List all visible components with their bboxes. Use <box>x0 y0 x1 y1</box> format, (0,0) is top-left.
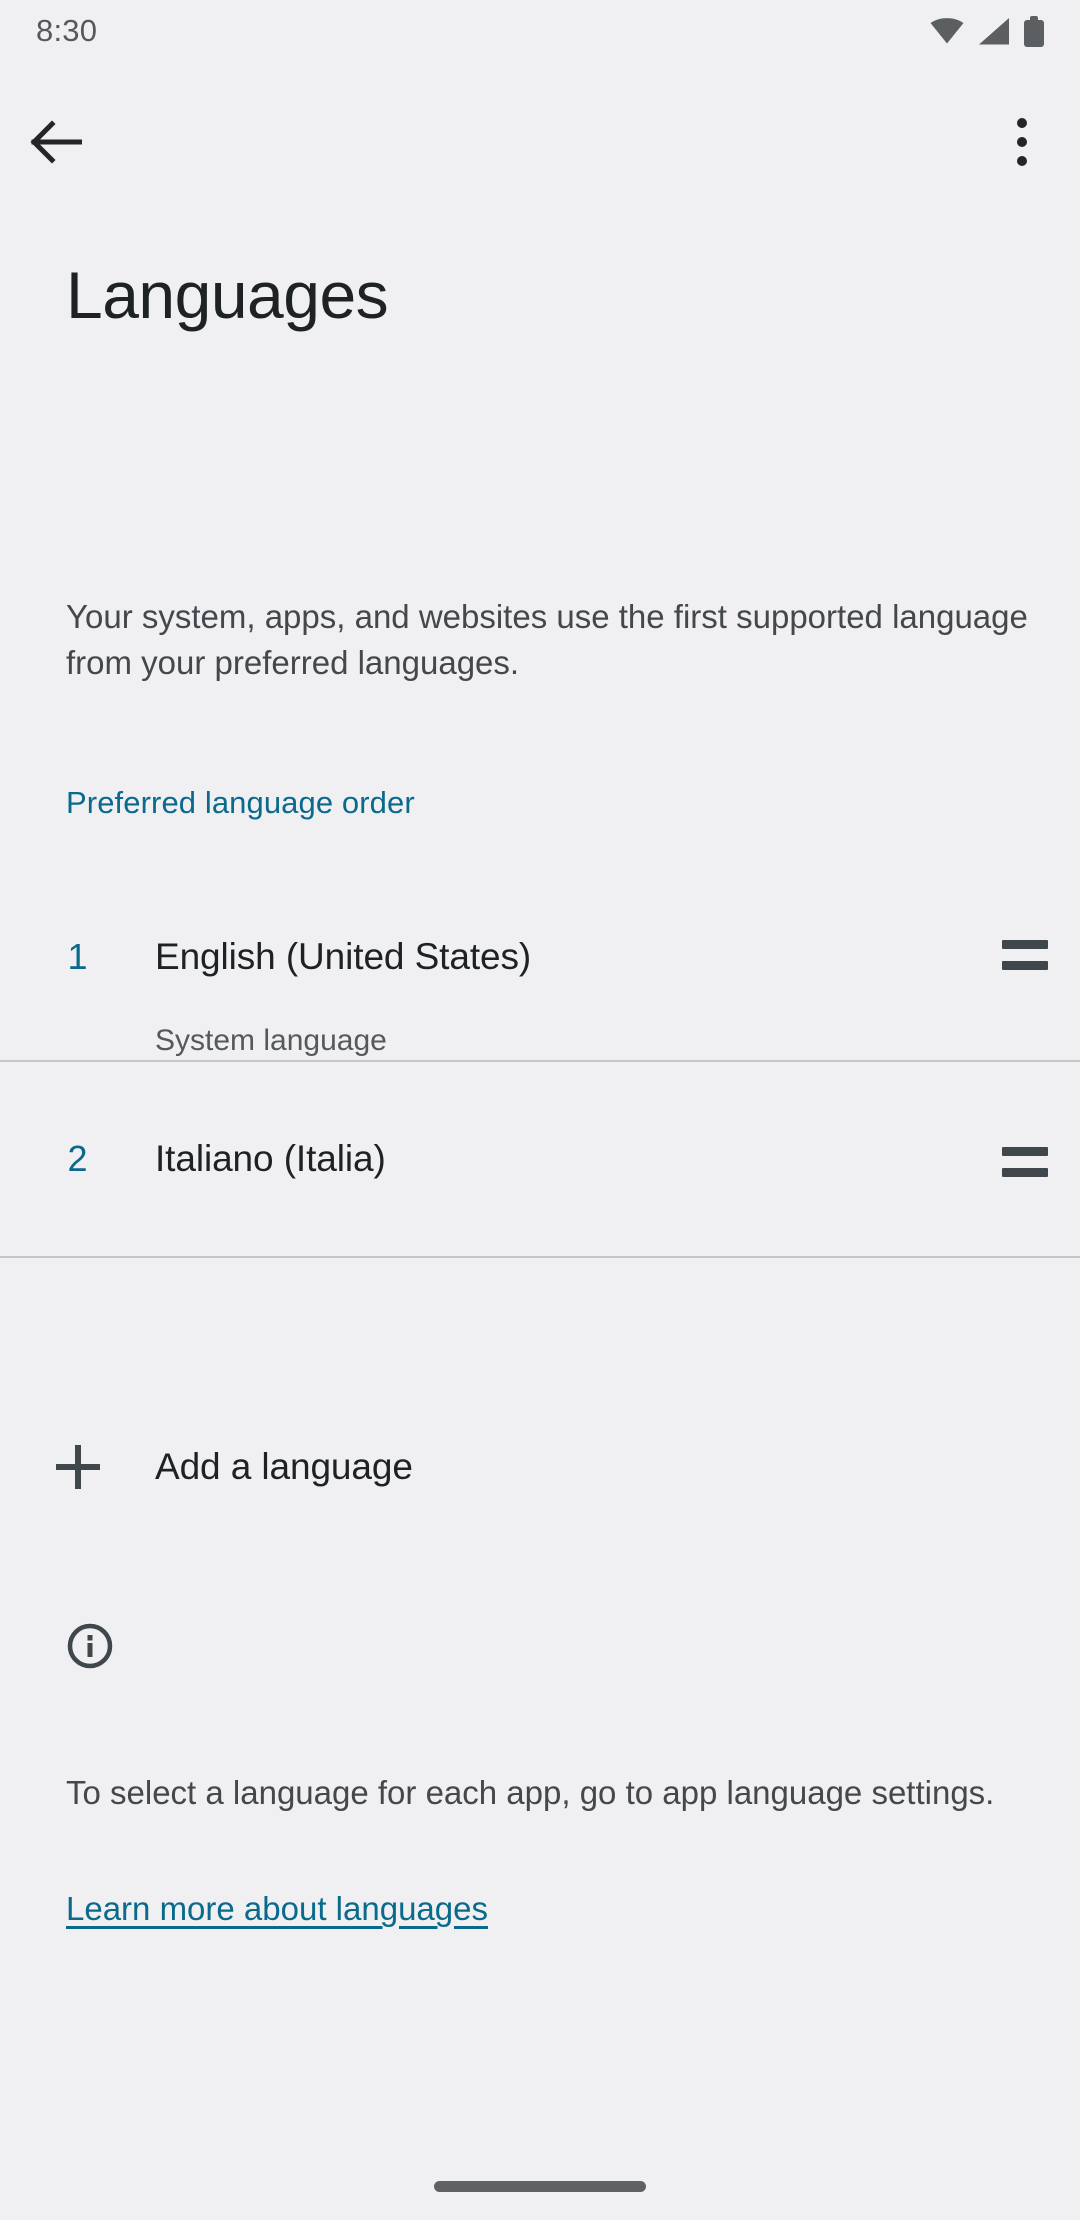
cell-signal-icon <box>979 17 1009 44</box>
language-name: Italiano (Italia) <box>155 1138 386 1179</box>
language-rank: 1 <box>67 936 88 977</box>
language-row-text-group: English (United States) System language <box>155 934 970 1060</box>
status-bar: 8:30 <box>0 0 1080 62</box>
languages-settings-screen: 8:30 Languages Your system, apps, and we… <box>0 0 1080 2220</box>
page-description: Your system, apps, and websites use the … <box>66 598 1028 681</box>
status-icon-group <box>930 15 1044 47</box>
arrow-back-icon <box>30 120 82 164</box>
more-vert-icon-dot <box>1017 137 1027 147</box>
home-indicator[interactable] <box>434 2181 646 2192</box>
drag-handle-icon[interactable] <box>970 934 1080 970</box>
plus-icon <box>0 1445 155 1489</box>
add-language-button[interactable]: Add a language <box>0 1402 1080 1532</box>
page-title: Languages <box>66 258 389 332</box>
language-row-1[interactable]: 1 English (United States) System languag… <box>0 884 1080 1060</box>
overflow-menu-button[interactable] <box>980 100 1064 184</box>
language-subtitle: System language <box>155 1024 387 1057</box>
footer-description: To select a language for each app, go to… <box>66 1774 995 1811</box>
add-language-label: Add a language <box>155 1446 413 1487</box>
drag-handle-icon[interactable] <box>970 1141 1080 1177</box>
more-vert-icon-dot <box>1017 118 1027 128</box>
battery-icon <box>1024 15 1044 47</box>
language-row-text-group: Italiano (Italia) <box>155 1136 970 1182</box>
back-button[interactable] <box>14 100 98 184</box>
app-bar <box>0 96 1080 190</box>
language-name: English (United States) <box>155 936 532 977</box>
more-vert-icon-dot <box>1017 156 1027 166</box>
wifi-icon <box>930 18 964 44</box>
info-circle-icon <box>66 1622 114 1675</box>
learn-more-link[interactable]: Learn more about languages <box>66 1886 488 1932</box>
status-time: 8:30 <box>36 13 98 48</box>
language-rank: 2 <box>67 1138 88 1179</box>
language-row-2[interactable]: 2 Italiano (Italia) <box>0 1060 1080 1258</box>
section-label-preferred-order: Preferred language order <box>66 785 415 820</box>
language-list: 1 English (United States) System languag… <box>0 884 1080 1258</box>
